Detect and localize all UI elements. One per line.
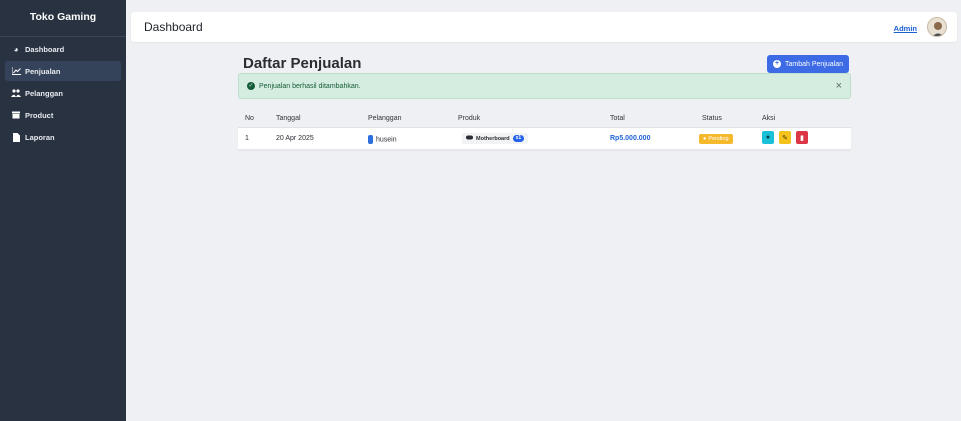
cell-tanggal: 20 Apr 2025: [276, 135, 314, 142]
page-header-title: Dashboard: [144, 20, 203, 34]
add-sale-button[interactable]: + Tambah Penjualan: [767, 55, 849, 73]
avatar[interactable]: [927, 17, 947, 37]
sidebar-item-label: Laporan: [25, 132, 55, 142]
alert-message: Penjualan berhasil ditambahkan.: [259, 82, 361, 90]
sidebar-item-dashboard[interactable]: ◕ Dashboard: [5, 39, 121, 59]
table-header: No Tanggal Pelanggan Produk Total Status…: [238, 108, 851, 128]
add-sale-label: Tambah Penjualan: [785, 60, 843, 68]
sidebar-item-penjualan[interactable]: Penjualan: [5, 61, 121, 81]
brand-title: Toko Gaming: [29, 11, 97, 23]
admin-user-link[interactable]: Admin: [894, 24, 917, 33]
clock-icon: ●: [703, 136, 707, 142]
status-label: Pending: [708, 136, 729, 142]
sidebar-item-pelanggan[interactable]: Pelanggan: [5, 83, 121, 103]
status-badge: ● Pending: [699, 134, 733, 144]
product-qty-badge: x1: [512, 135, 525, 142]
trash-icon: ▮: [800, 134, 804, 142]
plus-icon: +: [773, 60, 781, 68]
header-pelanggan: Pelanggan: [368, 115, 402, 122]
view-button[interactable]: ●: [762, 131, 774, 144]
topbar: Dashboard Admin: [131, 12, 957, 42]
close-icon[interactable]: ×: [836, 80, 842, 92]
sidebar: Toko Gaming ◕ Dashboard Penjualan Pelang…: [0, 0, 126, 421]
box-icon: [11, 111, 21, 119]
cell-pelanggan: husein: [368, 135, 397, 144]
header-produk: Produk: [458, 115, 481, 122]
eye-icon: ●: [765, 134, 771, 141]
edit-icon: ✎: [782, 134, 788, 142]
divider: [0, 36, 126, 37]
header-no: No: [245, 115, 254, 122]
edit-button[interactable]: ✎: [779, 131, 791, 144]
sidebar-item-label: Pelanggan: [25, 88, 63, 98]
sidebar-item-product[interactable]: Product: [5, 105, 121, 125]
gamepad-icon: [466, 135, 473, 142]
sidebar-item-laporan[interactable]: Laporan: [5, 127, 121, 147]
product-name: Motherboard: [476, 135, 510, 142]
cell-no: 1: [245, 135, 249, 142]
header-tanggal: Tanggal: [276, 115, 301, 122]
user-icon: [368, 135, 373, 144]
delete-button[interactable]: ▮: [796, 131, 808, 144]
cell-total: Rp5.000.000: [610, 135, 651, 142]
file-icon: [11, 132, 21, 142]
check-circle-icon: ✓: [247, 82, 255, 90]
table-row: 1 20 Apr 2025 husein Motherboard x1 Rp5.…: [238, 128, 851, 150]
chart-line-icon: [11, 67, 21, 75]
sidebar-item-label: Dashboard: [25, 44, 65, 54]
sidebar-item-label: Product: [25, 110, 54, 120]
header-total: Total: [610, 115, 625, 122]
header-status: Status: [702, 115, 722, 122]
dashboard-icon: ◕: [13, 44, 19, 54]
page-title: Daftar Penjualan: [243, 55, 362, 72]
cell-pelanggan-name: husein: [376, 136, 397, 144]
header-aksi: Aksi: [762, 115, 776, 122]
sidebar-item-label: Penjualan: [25, 66, 61, 76]
product-pill: Motherboard x1: [462, 133, 529, 144]
sales-table: No Tanggal Pelanggan Produk Total Status…: [238, 108, 851, 150]
users-icon: [11, 89, 21, 97]
success-alert: ✓ Penjualan berhasil ditambahkan. ×: [238, 73, 851, 99]
